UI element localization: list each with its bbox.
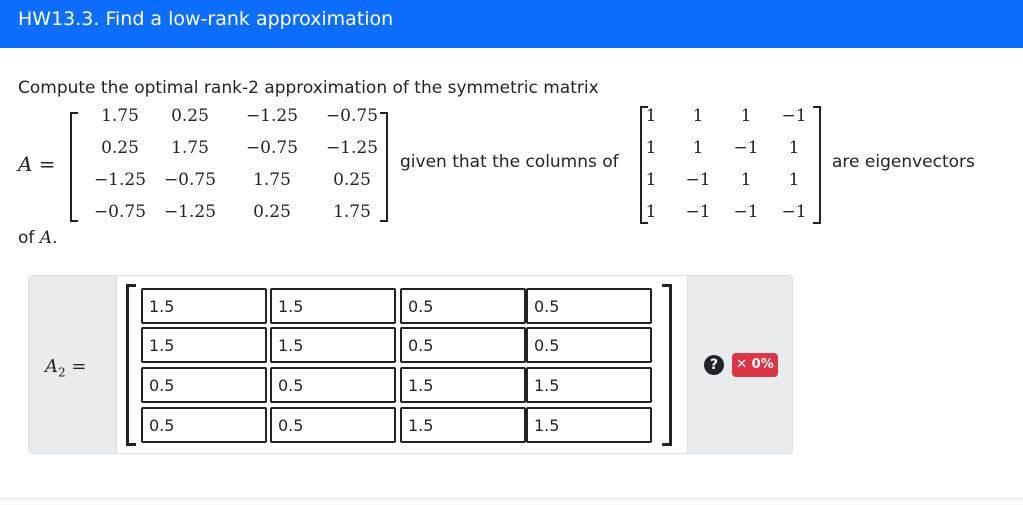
question-circle-icon[interactable]: ? <box>704 355 724 375</box>
eigenvector-matrix-cell: −1 <box>733 138 759 158</box>
answer-input-r1-c2[interactable]: 1.5 <box>270 288 396 324</box>
matrix-a-label: A = <box>18 152 56 176</box>
given-text: given that the columns of <box>400 152 619 172</box>
eigenvector-matrix-cell: −1 <box>733 202 759 222</box>
eigenvector-matrix-cell: 1 <box>645 170 657 190</box>
eigenvector-matrix-cell: 1 <box>645 106 657 126</box>
prompt-text: Compute the optimal rank-2 approximation… <box>18 78 599 98</box>
matrix-a-cell: −1.25 <box>245 106 299 126</box>
answer-input-r4-c3[interactable]: 1.5 <box>400 407 526 443</box>
eigenvector-matrix-cell: 1 <box>740 106 752 126</box>
matrix-a-cell: −0.75 <box>163 170 217 190</box>
answer-label-var: A <box>45 356 58 377</box>
question-title-bar: HW13.3. Find a low-rank approximation <box>0 0 1023 48</box>
matrix-a-cell: 0.25 <box>101 138 139 158</box>
answer-input-r3-c4[interactable]: 1.5 <box>526 367 652 403</box>
answer-input-r1-c4[interactable]: 0.5 <box>526 288 652 324</box>
matrix-a-cell: 0.25 <box>333 170 371 190</box>
matrix-a-cell: −0.75 <box>325 106 379 126</box>
matrix-a-cell: 1.75 <box>253 170 291 190</box>
answer-input-r3-c3[interactable]: 1.5 <box>400 367 526 403</box>
eigenvector-matrix-cell: −1 <box>685 202 711 222</box>
eigenvectors-text: are eigenvectors <box>832 152 975 172</box>
answer-label-sub: 2 <box>58 365 66 380</box>
answer-input-r1-c1[interactable]: 1.5 <box>141 288 267 324</box>
of-a-variable: A <box>39 228 53 248</box>
answer-label: A2 = <box>45 356 86 380</box>
page-bottom-divider <box>0 498 1023 505</box>
answer-input-r2-c2[interactable]: 1.5 <box>270 327 396 363</box>
matrix-a-cell: −1.25 <box>93 170 147 190</box>
matrix-a-cell: −1.25 <box>325 138 379 158</box>
answer-input-r4-c4[interactable]: 1.5 <box>526 407 652 443</box>
of-prefix: of <box>18 228 35 248</box>
matrix-a-left-bracket <box>70 112 78 222</box>
answer-input-r3-c1[interactable]: 0.5 <box>141 367 267 403</box>
answer-left-bracket <box>126 284 136 446</box>
matrix-a-cell: 0.25 <box>171 106 209 126</box>
eigenvector-matrix-cell: 1 <box>740 170 752 190</box>
matrix-a-cell: 0.25 <box>253 202 291 222</box>
answer-input-r4-c2[interactable]: 0.5 <box>270 407 396 443</box>
answer-input-r2-c4[interactable]: 0.5 <box>526 327 652 363</box>
answer-label-eq: = <box>71 356 87 377</box>
answer-input-r1-c3[interactable]: 0.5 <box>400 288 526 324</box>
eigenvector-matrix-cell: −1 <box>781 106 807 126</box>
score-badge: ✕ 0% <box>732 353 778 377</box>
answer-input-group: A2 = 1.5 1.5 0.5 0.5 1.5 1.5 0.5 0.5 0.5 0.5 1.5 1.… <box>28 275 793 454</box>
matrix-a-cell: −0.75 <box>93 202 147 222</box>
eigenvector-matrix-cell: −1 <box>781 202 807 222</box>
eigenvector-matrix-cell: 1 <box>692 106 704 126</box>
answer-input-r4-c1[interactable]: 0.5 <box>141 407 267 443</box>
of-a-text: of A. <box>18 228 57 248</box>
eigenvector-matrix-cell: 1 <box>692 138 704 158</box>
answer-input-r2-c1[interactable]: 1.5 <box>141 327 267 363</box>
answer-input-r2-c3[interactable]: 0.5 <box>400 327 526 363</box>
eigenvector-matrix-cell: −1 <box>685 170 711 190</box>
matrix-a-cell: −0.75 <box>245 138 299 158</box>
question-title: HW13.3. Find a low-rank approximation <box>18 8 394 30</box>
matrix-a-cell: 1.75 <box>101 106 139 126</box>
eigenvector-matrix-cell: 1 <box>788 138 800 158</box>
matrix-a-cell: −1.25 <box>163 202 217 222</box>
answer-input-r3-c2[interactable]: 0.5 <box>270 367 396 403</box>
answer-label-panel: A2 = <box>29 276 117 453</box>
matrix-a-cell: 1.75 <box>171 138 209 158</box>
matrix-a-cell: 1.75 <box>333 202 371 222</box>
of-suffix: . <box>52 228 58 248</box>
eigenvector-matrix-cell: 1 <box>788 170 800 190</box>
eigenvector-matrix-cell: 1 <box>645 138 657 158</box>
answer-right-bracket <box>662 284 672 446</box>
eigenvector-matrix-cell: 1 <box>645 202 657 222</box>
